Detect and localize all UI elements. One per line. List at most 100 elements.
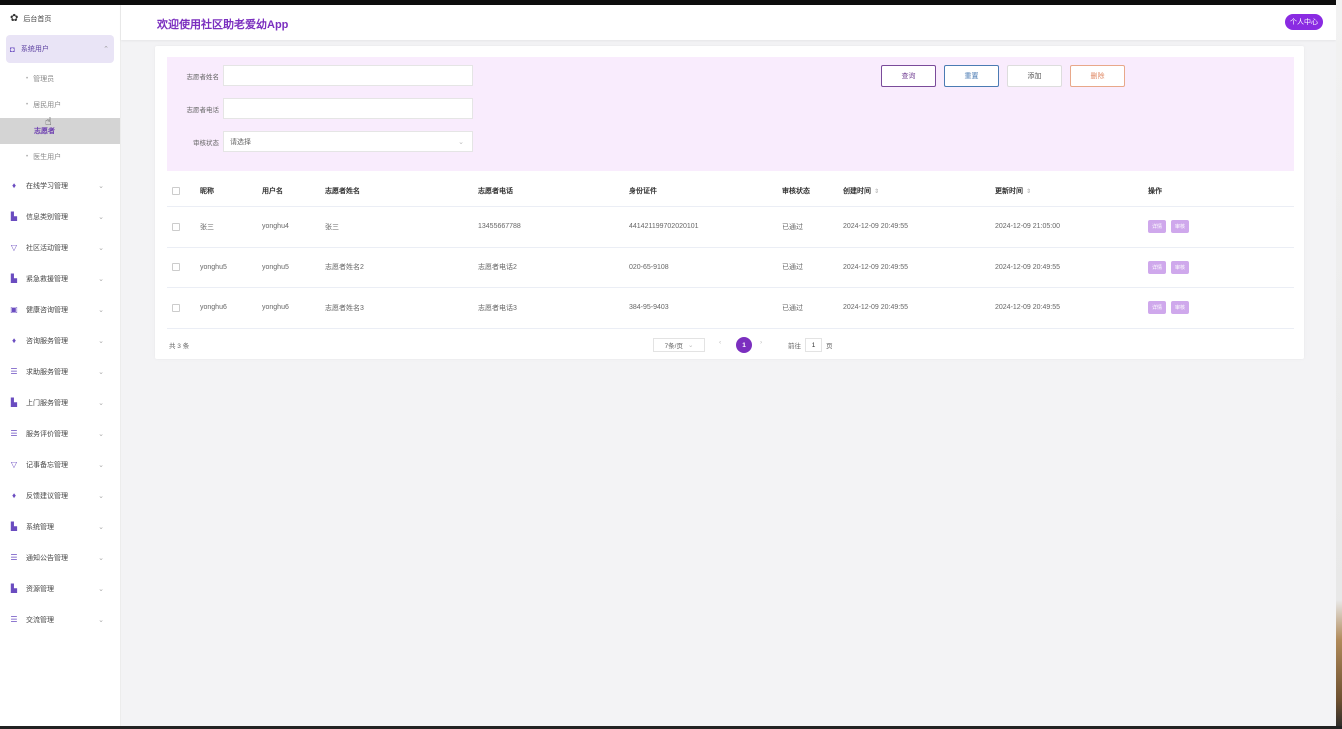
sidebar-item-service-review[interactable]: ☰ 服务评价管理 ⌄ [0, 418, 120, 449]
chevron-down-icon: ⌄ [98, 430, 104, 438]
sidebar-item-label: 服务评价管理 [26, 430, 68, 438]
detail-button[interactable]: 详情 [1148, 260, 1167, 274]
row-checkbox-cell [172, 248, 180, 288]
sidebar-item-exchange[interactable]: ☰ 交流管理 ⌄ [0, 604, 120, 635]
sidebar-item-consult-service[interactable]: ♦ 咨询服务管理 ⌄ [0, 325, 120, 356]
row-checkbox[interactable] [172, 222, 180, 231]
cell-review-status: 已通过 [782, 304, 803, 312]
cell-username: yonghu4 [262, 223, 289, 231]
document-icon: ▙ [10, 274, 18, 283]
chevron-down-icon: ⌄ [98, 492, 104, 500]
col-updated-time[interactable]: 更新时间 ⇕ [995, 176, 1031, 206]
main-card: 志愿者姓名 志愿者电话 审核状态 请选择 ⌄ 查询 重置 添加 删除 昵称 用户… [155, 46, 1304, 359]
col-created-time[interactable]: 创建时间 ⇕ [843, 176, 879, 206]
cell-created-time: 2024-12-09 20:49:55 [843, 304, 908, 312]
next-page-icon[interactable]: › [760, 339, 762, 346]
cell-actions: 详情 审核 [1148, 207, 1190, 247]
chevron-down-icon: ⌄ [98, 275, 104, 283]
sidebar-item-label: 在线学习管理 [26, 182, 68, 190]
row-checkbox[interactable] [172, 263, 180, 272]
sidebar: ✿ 后台首页 ◘ 系统用户 ⌃ • 管理员 • 居民用户 志愿者 • 医生用户 … [0, 5, 121, 726]
goto-prefix: 前往 [788, 343, 801, 350]
row-checkbox-cell [172, 288, 180, 328]
query-button[interactable]: 查询 [881, 65, 936, 87]
review-button[interactable]: 审核 [1171, 260, 1190, 274]
delete-button[interactable]: 删除 [1070, 65, 1125, 87]
reset-button[interactable]: 重置 [944, 65, 999, 87]
cell-volunteer-phone: 志愿者电话2 [478, 264, 517, 272]
volunteer-name-label: 志愿者姓名 [186, 73, 220, 81]
volunteer-name-input[interactable] [223, 65, 473, 86]
review-status-select[interactable]: 请选择 ⌄ [223, 131, 473, 152]
select-all-checkbox[interactable] [172, 187, 180, 195]
goto-suffix: 页 [826, 343, 833, 350]
cell-updated-time: 2024-12-09 20:49:55 [995, 263, 1060, 271]
sort-icon[interactable]: ⇕ [1026, 188, 1031, 195]
review-button[interactable]: 审核 [1171, 301, 1190, 315]
sidebar-home[interactable]: ✿ 后台首页 [0, 5, 120, 32]
col-actions: 操作 [1148, 188, 1162, 195]
review-status-field: 审核状态 请选择 ⌄ [167, 131, 473, 152]
sidebar-home-label: 后台首页 [23, 15, 52, 23]
sidebar-item-label: 系统管理 [26, 523, 54, 531]
volunteer-phone-field: 志愿者电话 [167, 98, 473, 119]
chevron-down-icon: ⌄ [98, 461, 104, 469]
detail-button[interactable]: 详情 [1148, 220, 1167, 234]
goto-page-input[interactable]: 1 [805, 338, 822, 352]
chevron-down-icon: ⌄ [98, 523, 104, 531]
document-icon: ▙ [10, 522, 18, 531]
sidebar-item-info-category[interactable]: ▙ 信息类别管理 ⌄ [0, 201, 120, 232]
select-all-cell [172, 176, 180, 206]
detail-button[interactable]: 详情 [1148, 301, 1167, 315]
sidebar-item-feedback[interactable]: ♦ 反馈建议管理 ⌄ [0, 480, 120, 511]
current-page-button[interactable]: 1 [736, 337, 752, 353]
sidebar-item-label: 反馈建议管理 [26, 492, 68, 500]
sidebar-subitem-label: 医生用户 [33, 154, 62, 161]
sidebar-item-community-activity[interactable]: ▽ 社区活动管理 ⌄ [0, 232, 120, 263]
page-size-select[interactable]: 7条/页 ⌄ [653, 338, 705, 352]
top-header: 欢迎使用社区助老爱幼App 个人中心 [121, 5, 1336, 40]
table-row: yonghu6 yonghu6 志愿者姓名3 志愿者电话3 384-95-940… [167, 288, 1294, 329]
sidebar-subitem-volunteer[interactable]: 志愿者 [0, 118, 120, 144]
cell-id-card: 020-65-9108 [629, 263, 669, 271]
sidebar-item-help-service[interactable]: ☰ 求助服务管理 ⌄ [0, 356, 120, 387]
sidebar-item-system-users[interactable]: ◘ 系统用户 ⌃ [6, 35, 114, 63]
col-review-status: 审核状态 [782, 188, 810, 195]
cell-nickname: yonghu6 [200, 304, 227, 312]
sidebar-item-home-service[interactable]: ▙ 上门服务管理 ⌄ [0, 387, 120, 418]
cell-actions: 详情 审核 [1148, 248, 1190, 288]
sidebar-subitem-admin[interactable]: • 管理员 [0, 66, 120, 92]
prev-page-icon[interactable]: ‹ [719, 339, 721, 346]
review-button[interactable]: 审核 [1171, 220, 1190, 234]
sidebar-subitem-resident[interactable]: • 居民用户 [0, 92, 120, 118]
col-created-label: 创建时间 [843, 188, 871, 195]
sidebar-subitem-doctor[interactable]: • 医生用户 [0, 144, 120, 170]
cell-volunteer-name: 张三 [325, 223, 339, 231]
volunteer-phone-input[interactable] [223, 98, 473, 119]
add-button[interactable]: 添加 [1007, 65, 1062, 87]
sort-icon[interactable]: ⇕ [874, 188, 879, 195]
cell-created-time: 2024-12-09 20:49:55 [843, 223, 908, 231]
sidebar-item-resources[interactable]: ▙ 资源管理 ⌄ [0, 573, 120, 604]
user-center-button[interactable]: 个人中心 [1285, 14, 1323, 30]
col-username: 用户名 [262, 188, 283, 195]
sidebar-item-memo[interactable]: ▽ 记事备忘管理 ⌄ [0, 449, 120, 480]
table-header-row: 昵称 用户名 志愿者姓名 志愿者电话 身份证件 审核状态 创建时间 ⇕ 更新时间 ⇕… [167, 176, 1294, 207]
bullet-icon: • [26, 102, 29, 108]
cell-nickname: 张三 [200, 223, 214, 231]
sidebar-item-emergency-rescue[interactable]: ▙ 紧急救援管理 ⌄ [0, 263, 120, 294]
sidebar-item-health-consult[interactable]: ▣ 健康咨询管理 ⌄ [0, 294, 120, 325]
chevron-down-icon: ⌄ [98, 213, 104, 221]
row-checkbox[interactable] [172, 303, 180, 312]
cell-volunteer-phone: 13455667788 [478, 223, 521, 231]
cell-volunteer-phone: 志愿者电话3 [478, 304, 517, 312]
cell-volunteer-name: 志愿者姓名3 [325, 304, 364, 312]
sidebar-item-notice[interactable]: ☰ 通知公告管理 ⌄ [0, 542, 120, 573]
sidebar-item-online-learning[interactable]: ♦ 在线学习管理 ⌄ [0, 170, 120, 201]
chevron-down-icon: ⌄ [687, 342, 694, 349]
sidebar-item-label: 系统用户 [20, 46, 49, 53]
chevron-down-icon: ⌄ [458, 138, 464, 146]
sidebar-item-system[interactable]: ▙ 系统管理 ⌄ [0, 511, 120, 542]
col-id-card: 身份证件 [629, 188, 657, 195]
mouse-pointer-icon: ☝ [45, 116, 52, 128]
